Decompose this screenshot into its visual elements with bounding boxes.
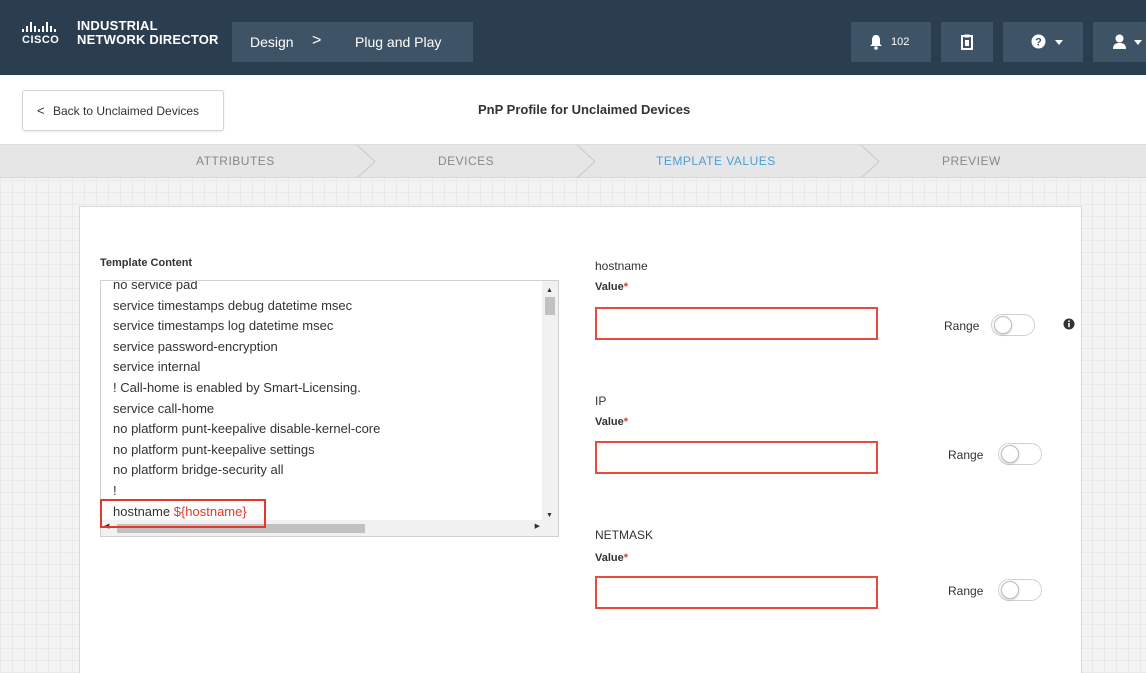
horizontal-scrollbar[interactable]: ◀ ▶	[101, 520, 558, 536]
required-marker: *	[623, 281, 629, 293]
breadcrumb-separator: >	[312, 32, 322, 49]
hostname-value-input[interactable]	[595, 307, 878, 340]
breadcrumb: Design > Plug and Play	[232, 22, 473, 62]
brand-prefix: CISCO	[22, 34, 60, 46]
breadcrumb-plug-and-play[interactable]: Plug and Play	[355, 34, 441, 50]
user-icon	[1113, 34, 1126, 49]
notification-count: 102	[891, 36, 910, 48]
scroll-left-icon[interactable]: ◀	[104, 522, 109, 530]
required-marker: *	[623, 416, 629, 428]
help-icon: ?	[1031, 34, 1046, 49]
page-title: PnP Profile for Unclaimed Devices	[478, 102, 691, 117]
notifications-button[interactable]: 102	[851, 22, 931, 62]
netmask-range-toggle[interactable]	[998, 579, 1042, 601]
toggle-knob	[1001, 581, 1019, 599]
netmask-value-input[interactable]	[595, 576, 878, 609]
help-menu-button[interactable]: ?	[1003, 22, 1083, 62]
template-line: service password-encryption	[113, 338, 278, 354]
scroll-down-icon[interactable]: ▼	[546, 512, 553, 519]
wizard-steps: ATTRIBUTES DEVICES TEMPLATE VALUES PREVI…	[0, 145, 1146, 178]
template-line: ! Call-home is enabled by Smart-Licensin…	[113, 379, 361, 395]
ip-value-input[interactable]	[595, 441, 878, 474]
product-name-line1: INDUSTRIAL	[77, 18, 158, 33]
field-name-netmask: NETMASK	[595, 528, 654, 542]
step-template-values[interactable]: TEMPLATE VALUES	[656, 154, 776, 168]
template-variable: ${hostname}	[173, 503, 247, 519]
template-line: service internal	[113, 359, 201, 375]
step-attributes[interactable]: ATTRIBUTES	[196, 154, 275, 168]
back-button-label: Back to Unclaimed Devices	[53, 104, 200, 118]
template-line: no platform punt-keepalive disable-kerne…	[113, 421, 381, 437]
value-label-text: Value	[595, 552, 624, 564]
product-name: INDUSTRIAL NETWORK DIRECTOR	[77, 19, 219, 47]
product-name-line2: NETWORK DIRECTOR	[77, 32, 219, 47]
value-label: Value*	[595, 281, 628, 293]
template-line: !	[113, 482, 117, 498]
field-name-hostname: hostname	[595, 259, 648, 273]
template-line: no platform bridge-security all	[113, 462, 284, 478]
scroll-thumb[interactable]	[117, 524, 365, 533]
template-content-label: Template Content	[100, 257, 193, 269]
value-label-text: Value	[595, 281, 624, 293]
top-header: CISCO INDUSTRIAL NETWORK DIRECTOR Design…	[0, 0, 1146, 75]
template-line: no service pad	[113, 280, 198, 292]
template-line: service timestamps log datetime msec	[113, 318, 334, 334]
chevron-left-icon: <	[37, 103, 45, 118]
scroll-thumb[interactable]	[545, 297, 555, 315]
scroll-right-icon[interactable]: ▶	[535, 522, 540, 530]
value-label: Value*	[595, 416, 628, 428]
step-preview[interactable]: PREVIEW	[942, 154, 1001, 168]
required-marker: *	[623, 552, 629, 564]
vertical-scrollbar[interactable]: ▲ ▼	[542, 281, 558, 521]
back-to-unclaimed-devices-button[interactable]: < Back to Unclaimed Devices	[22, 90, 224, 131]
template-line: no platform punt-keepalive settings	[113, 441, 315, 457]
step-separator-icon	[576, 145, 596, 178]
toggle-knob	[1001, 445, 1019, 463]
range-label: Range	[948, 448, 984, 462]
user-menu-button[interactable]	[1093, 22, 1146, 62]
step-devices[interactable]: DEVICES	[438, 154, 494, 168]
template-keyword: hostname	[113, 503, 174, 519]
step-separator-icon	[356, 145, 376, 178]
step-separator-icon	[860, 145, 880, 178]
value-label: Value*	[595, 552, 628, 564]
toggle-knob	[994, 316, 1012, 334]
field-name-ip: IP	[595, 394, 607, 408]
ip-range-toggle[interactable]	[998, 443, 1042, 465]
template-content-viewer[interactable]: no service pad service timestamps debug …	[100, 280, 559, 537]
chevron-down-icon	[1134, 40, 1142, 45]
clipboard-icon	[961, 34, 973, 50]
info-icon[interactable]	[1063, 318, 1075, 330]
bell-icon	[870, 35, 882, 50]
svg-text:?: ?	[1035, 37, 1042, 49]
range-label: Range	[948, 584, 984, 598]
hostname-range-toggle[interactable]	[991, 314, 1035, 336]
template-line: service call-home	[113, 400, 215, 416]
template-values-card: Template Content no service pad service …	[79, 206, 1082, 673]
range-label: Range	[944, 319, 980, 333]
cisco-bars-icon	[22, 22, 70, 32]
template-line: service timestamps debug datetime msec	[113, 297, 353, 313]
subheader: < Back to Unclaimed Devices PnP Profile …	[0, 75, 1146, 145]
template-lines: no service pad service timestamps debug …	[113, 280, 381, 522]
scroll-up-icon[interactable]: ▲	[546, 287, 553, 294]
tasks-button[interactable]	[941, 22, 993, 62]
breadcrumb-design[interactable]: Design	[250, 34, 294, 50]
chevron-down-icon	[1055, 40, 1063, 45]
value-label-text: Value	[595, 416, 624, 428]
